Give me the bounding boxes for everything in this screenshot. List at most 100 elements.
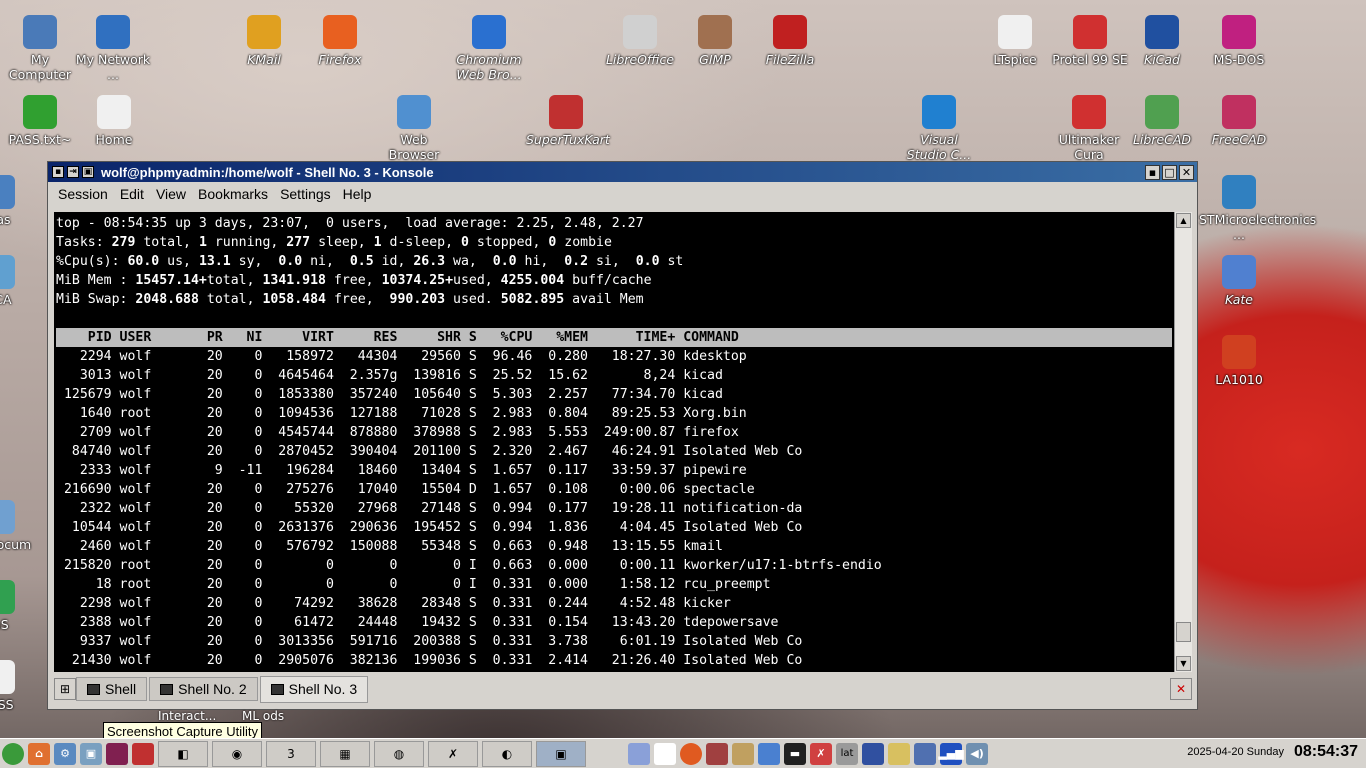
desktop-icon[interactable]: SuperTuxKart	[526, 95, 610, 147]
process-row: 9337 wolf 20 0 3013356 591716 200388 S 0…	[56, 634, 922, 649]
app-launcher-icon[interactable]	[106, 742, 128, 765]
task-button-7[interactable]: ◐	[482, 740, 532, 767]
task-button-5[interactable]: ◍	[374, 740, 424, 767]
desktop-icon[interactable]: FreeCAD	[1199, 95, 1279, 147]
desktop-icon[interactable]: LTspice	[975, 15, 1055, 67]
desktop-icon[interactable]: GIMP	[675, 15, 755, 67]
desktop-icon[interactable]: My Network ...	[73, 15, 153, 82]
desktop-icon-label: FileZilla	[765, 52, 815, 67]
desktop-icon[interactable]: QCA	[0, 255, 38, 307]
terminal-app-icon: ▣	[82, 166, 94, 178]
desktop-icon-label: My Computer	[8, 52, 72, 82]
kmenu-icon[interactable]	[2, 742, 24, 765]
close-tab-button[interactable]: ✕	[1170, 678, 1192, 700]
new-tab-button[interactable]: ⊞	[54, 678, 76, 700]
desktop-icon[interactable]: LibreCAD	[1122, 95, 1202, 147]
pin-icon[interactable]: ⇥	[67, 166, 79, 178]
broom-icon[interactable]	[628, 742, 650, 765]
minimize-button[interactable]: ▪	[1145, 164, 1160, 180]
tools-icon[interactable]: ✗	[810, 742, 832, 765]
menu-edit[interactable]: Edit	[114, 186, 150, 202]
task-button-3[interactable]: 3	[266, 740, 316, 767]
home-icon[interactable]: ⌂	[28, 742, 50, 765]
process-row: 3013 wolf 20 0 4645464 2.357g 139816 S 2…	[56, 368, 922, 383]
task-button-4[interactable]: ▦	[320, 740, 370, 767]
task-button-6[interactable]: ✗	[428, 740, 478, 767]
kmail-launch-icon[interactable]	[732, 742, 754, 765]
settings-gear-icon[interactable]: ⚙	[54, 742, 76, 765]
signal-icon[interactable]: ▂▄▆	[938, 742, 964, 765]
desktop-icon[interactable]: STMicroelectronics ...	[1199, 175, 1316, 242]
circuit-icon[interactable]	[706, 742, 728, 765]
documents-icon	[0, 500, 15, 534]
top-summary-line: MiB Mem : 15457.14+total, 1341.918 free,…	[56, 273, 652, 288]
close-button[interactable]: ✕	[1179, 164, 1194, 180]
terminal-launch-icon[interactable]: ▬	[784, 742, 806, 765]
terminal-output[interactable]: top - 08:54:35 up 3 days, 23:07, 0 users…	[54, 212, 1174, 672]
desktop-icon[interactable]: LA1010	[1199, 335, 1279, 387]
keyboard-layout-indicator[interactable]: lat	[836, 742, 858, 765]
task-button-konsole[interactable]: ▣	[536, 740, 586, 767]
firefox-icon	[323, 15, 357, 49]
desktop-icon[interactable]: Visual Studio C...	[899, 95, 979, 162]
task-button-firefox[interactable]: ◉	[212, 740, 262, 767]
tab-shell-3[interactable]: Shell No. 3	[259, 675, 369, 703]
desktop-icon[interactable]: Firefox	[300, 15, 380, 67]
taskbar: ⌂ ⚙ ▣ ◧ ◉ 3 ▦ ◍ ✗ ◐ ▣ ▬ ✗ lat ▂▄▆ ◀) 202…	[0, 738, 1366, 768]
desktop-icon[interactable]: Kate	[1199, 255, 1279, 307]
menu-session[interactable]: Session	[52, 186, 114, 202]
blank-doc-icon[interactable]	[654, 742, 676, 765]
desktop-label-ml-ods: ML ods	[242, 709, 285, 723]
tab-shell[interactable]: Shell	[76, 677, 148, 701]
screenshot-icon[interactable]: ▣	[80, 742, 102, 765]
network-globe-icon	[96, 15, 130, 49]
terminal-scrollbar[interactable]: ▲ ▼	[1174, 212, 1192, 672]
desktop-icon[interactable]: Chromium Web Bro...	[449, 15, 529, 82]
desktop-icon[interactable]: MS-DOS	[1199, 15, 1279, 67]
window-menu-icon[interactable]: ▪	[52, 166, 64, 178]
tab-shell-2[interactable]: Shell No. 2	[149, 677, 258, 701]
red-app-icon[interactable]	[132, 742, 154, 765]
menu-help[interactable]: Help	[337, 186, 378, 202]
desktop-icon[interactable]: Home	[74, 95, 154, 147]
desktop-icon[interactable]: FileZilla	[750, 15, 830, 67]
task-button-1[interactable]: ◧	[158, 740, 208, 767]
desktop-icon-label: KiCad	[1144, 52, 1180, 67]
desktop-icon[interactable]: PASS.txt~	[0, 95, 80, 147]
desktop-icon[interactable]: Ultimaker Cura	[1049, 95, 1129, 162]
desktop-icon[interactable]: My Docum	[0, 500, 38, 552]
menu-view[interactable]: View	[150, 186, 192, 202]
menu-settings[interactable]: Settings	[274, 186, 337, 202]
scroll-up-icon[interactable]: ▲	[1176, 213, 1191, 228]
firefox-launch-icon[interactable]	[680, 742, 702, 765]
network-icon[interactable]	[914, 742, 936, 765]
msdos-icon	[1222, 15, 1256, 49]
desktop-icon[interactable]: My Computer	[0, 15, 80, 82]
desktop-icon[interactable]: KMail	[224, 15, 304, 67]
title-bar[interactable]: ▪ ⇥ ▣ wolf@phpmyadmin:/home/wolf - Shell…	[48, 162, 1197, 182]
desktop-icon-label: SuperTuxKart	[526, 132, 610, 147]
desktop-icon[interactable]: KiCad	[1122, 15, 1202, 67]
klipper-icon[interactable]	[888, 742, 910, 765]
desktop-icon[interactable]: Protel 99 SE	[1050, 15, 1130, 67]
gimp-icon	[698, 15, 732, 49]
scroll-thumb[interactable]	[1176, 622, 1191, 642]
desktop-icon[interactable]: YaS	[0, 580, 38, 632]
desktop-icon[interactable]: Web Browser	[374, 95, 454, 162]
scroll-down-icon[interactable]: ▼	[1176, 656, 1191, 671]
kate-icon	[1222, 255, 1256, 289]
menu-bookmarks[interactable]: Bookmarks	[192, 186, 274, 202]
maximize-button[interactable]: □	[1162, 164, 1177, 180]
tab-bar: ⊞ Shell Shell No. 2 Shell No. 3 ✕	[54, 675, 1192, 703]
desktop-icon[interactable]: LibreOffice	[600, 15, 680, 67]
editor-icon[interactable]	[758, 742, 780, 765]
clock[interactable]: 2025-04-20 Sunday 08:54:37	[1187, 743, 1358, 761]
date-value: 2025-04-20	[1187, 746, 1244, 758]
desktop-icon[interactable]: PASS	[0, 660, 38, 712]
desktop-icon-label: Ultimaker Cura	[1058, 132, 1120, 162]
monitor-icon[interactable]	[862, 742, 884, 765]
top-summary-line: top - 08:54:35 up 3 days, 23:07, 0 users…	[56, 216, 644, 231]
desktop-icon[interactable]: Tras	[0, 175, 38, 227]
stm-ide-icon	[1222, 175, 1256, 209]
volume-icon[interactable]: ◀)	[966, 742, 988, 765]
